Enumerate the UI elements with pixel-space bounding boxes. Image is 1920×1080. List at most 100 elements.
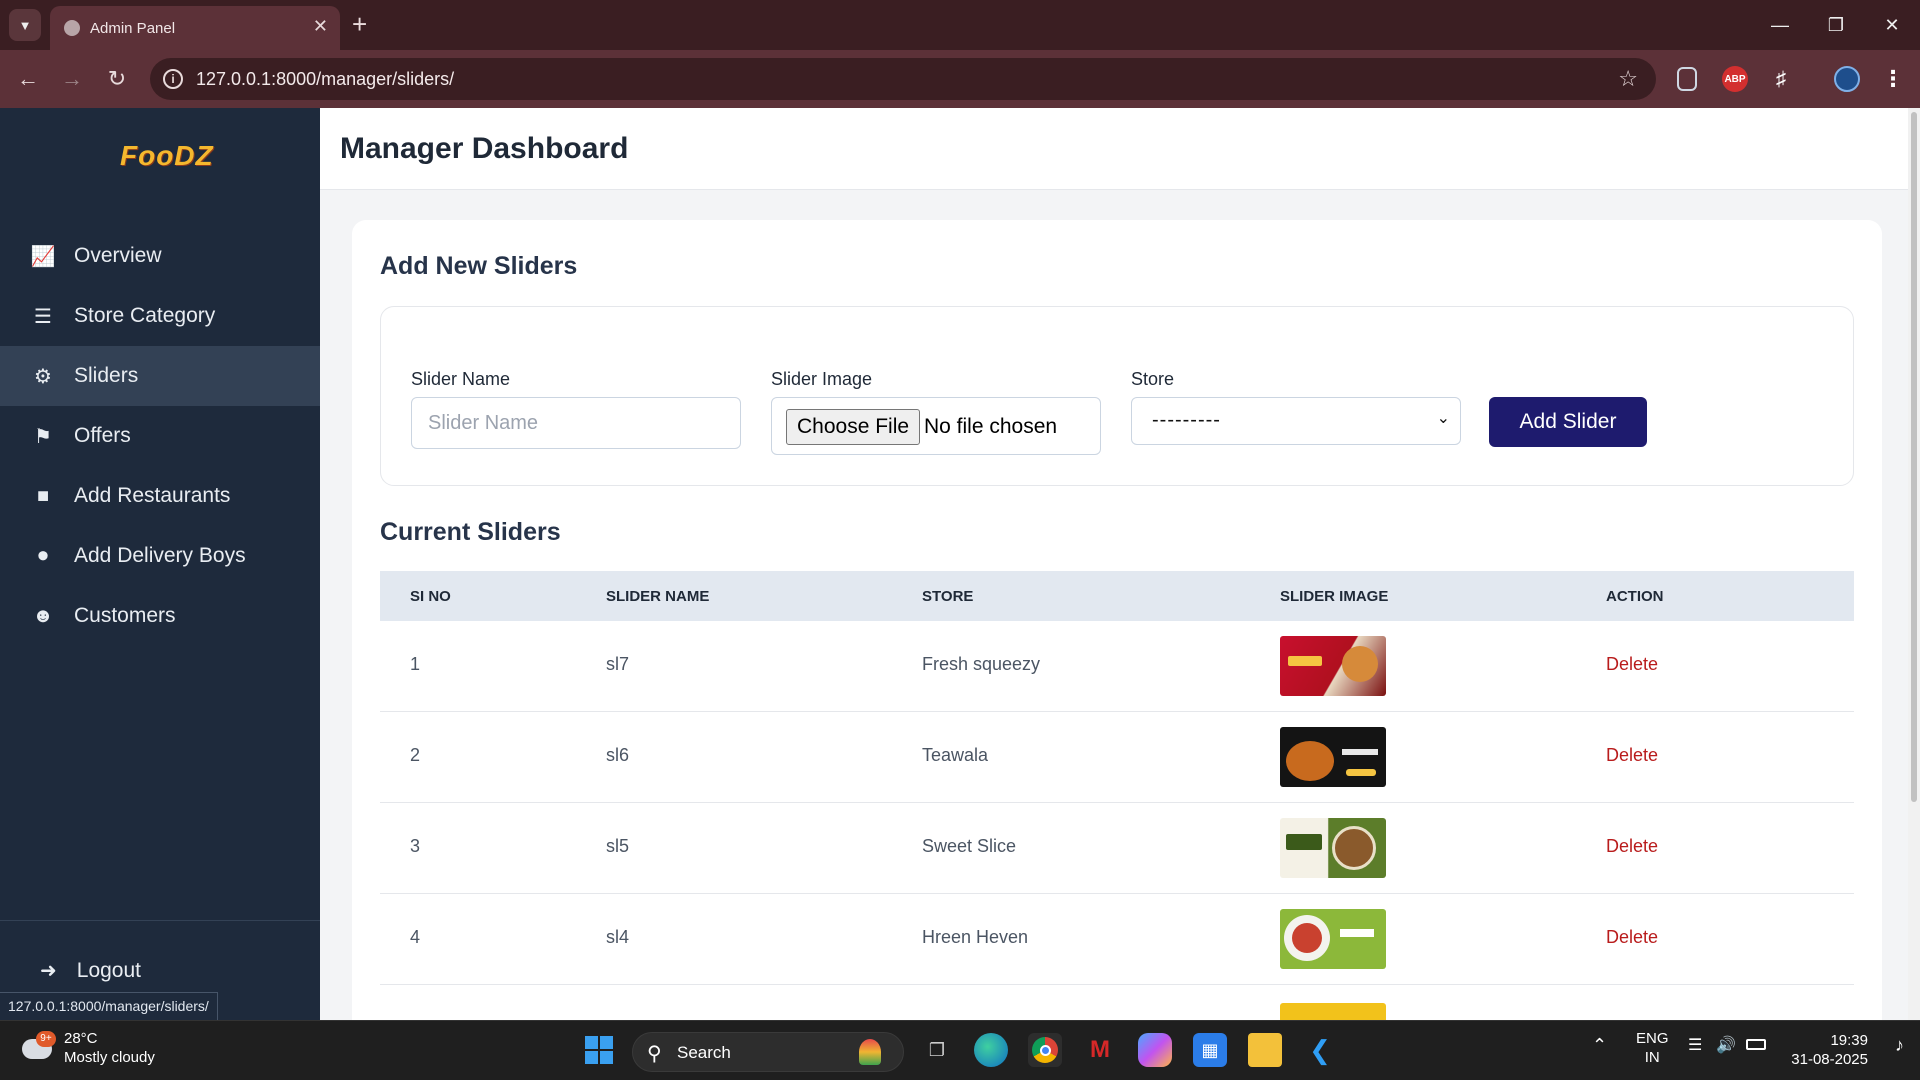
- chrome-browser-icon[interactable]: [1028, 1033, 1062, 1067]
- slider-thumbnail: [1280, 727, 1386, 787]
- row-number: 2: [410, 745, 421, 765]
- content-card: Add New Sliders Slider Name Slider Image…: [352, 220, 1882, 1040]
- region-code: IN: [1644, 1049, 1660, 1066]
- table-row: 4 sl4 Hreen Heven Delete: [380, 894, 1854, 985]
- browser-tab[interactable]: Admin Panel ✕: [50, 6, 340, 50]
- logout-icon: ➜: [40, 960, 57, 982]
- mcafee-icon[interactable]: M: [1083, 1033, 1117, 1067]
- wifi-icon[interactable]: ☰: [1688, 1035, 1702, 1055]
- task-view-icon[interactable]: ❐: [920, 1033, 954, 1067]
- edge-browser-icon[interactable]: [974, 1033, 1008, 1067]
- logo[interactable]: FooDZ: [120, 140, 214, 172]
- weather-description: Mostly cloudy: [64, 1049, 155, 1066]
- sidebar-item-label: Customers: [74, 604, 176, 627]
- close-tab-icon[interactable]: ✕: [313, 16, 328, 37]
- shield-extension-icon[interactable]: [1677, 67, 1697, 91]
- more-menu-icon[interactable]: ⋮: [1880, 66, 1906, 92]
- table-row: 1 sl7 Fresh squeezy Delete: [380, 621, 1854, 712]
- link-status-bubble: 127.0.0.1:8000/manager/sliders/: [0, 992, 218, 1020]
- sidebar-item-label: Offers: [74, 424, 131, 447]
- language-indicator[interactable]: ENG IN: [1636, 1029, 1669, 1067]
- page-title: Manager Dashboard: [340, 132, 629, 165]
- address-bar[interactable]: i 127.0.0.1:8000/manager/sliders/ ☆: [150, 58, 1656, 100]
- site-info-icon[interactable]: i: [163, 69, 183, 89]
- windows-start-icon[interactable]: [582, 1033, 616, 1067]
- sidebar-item-offers[interactable]: ⚑ Offers: [0, 406, 320, 466]
- sidebar-item-store-category[interactable]: ☰ Store Category: [0, 286, 320, 346]
- sidebar-item-label: Sliders: [74, 364, 139, 387]
- sidebar-item-add-delivery-boys[interactable]: ⚫ Add Delivery Boys: [0, 526, 320, 586]
- microsoft-store-icon[interactable]: ▦: [1193, 1033, 1227, 1067]
- slider-image-label: Slider Image: [771, 369, 873, 389]
- profile-avatar[interactable]: [1834, 66, 1860, 92]
- logout-link[interactable]: ➜ Logout: [40, 958, 141, 983]
- weather-widget[interactable]: 9+ 28°C Mostly cloudy: [22, 1029, 155, 1067]
- add-slider-button[interactable]: Add Slider: [1489, 397, 1647, 447]
- chart-line-icon: 📈: [30, 245, 56, 268]
- weather-alert-badge: 9+: [36, 1031, 56, 1047]
- weather-temperature: 28°C: [64, 1030, 98, 1047]
- logout-label: Logout: [76, 958, 141, 982]
- taskbar-search[interactable]: ⚲ Search: [632, 1032, 904, 1072]
- file-explorer-icon[interactable]: [1248, 1033, 1282, 1067]
- back-button[interactable]: ←: [12, 63, 44, 95]
- file-status-text: No file chosen: [924, 415, 1058, 438]
- forward-button[interactable]: →: [56, 63, 88, 95]
- url-text[interactable]: 127.0.0.1:8000/manager/sliders/: [196, 69, 454, 90]
- slider-thumbnail: [1280, 909, 1386, 969]
- bookmark-star-icon[interactable]: ☆: [1618, 66, 1638, 92]
- column-header-slider-image: SLIDER IMAGE: [1280, 588, 1389, 605]
- slider-image-file-input[interactable]: Choose File No file chosen: [771, 397, 1101, 455]
- column-header-action: ACTION: [1606, 588, 1664, 605]
- store-label: Store: [1131, 369, 1175, 389]
- sidebar-item-overview[interactable]: 📈 Overview: [0, 226, 320, 286]
- delete-link[interactable]: Delete: [1606, 836, 1658, 857]
- delete-link[interactable]: Delete: [1606, 927, 1658, 948]
- notification-bell-icon[interactable]: ♪: [1895, 1035, 1904, 1056]
- slider-name-input[interactable]: [411, 397, 741, 449]
- store-name: Fresh squeezy: [922, 654, 1041, 674]
- sidebar-item-label: Add Restaurants: [74, 484, 231, 507]
- adblock-extension-icon[interactable]: ABP: [1722, 66, 1748, 92]
- close-window-icon[interactable]: ✕: [1864, 0, 1920, 50]
- slider-name: sl7: [606, 654, 630, 674]
- scrollbar-thumb[interactable]: [1911, 112, 1917, 802]
- delete-link[interactable]: Delete: [1606, 745, 1658, 766]
- store-select-value: ---------: [1152, 409, 1221, 431]
- choose-file-button[interactable]: Choose File: [786, 409, 921, 445]
- sidebar-item-label: Store Category: [74, 304, 216, 327]
- vscode-icon[interactable]: ❮: [1303, 1033, 1337, 1067]
- chevron-up-icon[interactable]: ⌃: [1592, 1035, 1607, 1056]
- system-clock[interactable]: 19:39 31-08-2025: [1791, 1031, 1868, 1069]
- copilot-icon[interactable]: [1138, 1033, 1172, 1067]
- globe-icon: [64, 20, 80, 36]
- slider-thumbnail: [1280, 818, 1386, 878]
- sidebar-item-add-restaurants[interactable]: ■ Add Restaurants: [0, 466, 320, 526]
- row-number: 4: [410, 927, 421, 947]
- users-icon: ☻: [32, 604, 54, 627]
- chevron-down-icon: ⌄: [1436, 410, 1450, 427]
- column-header-slider-name: SLIDER NAME: [606, 588, 710, 605]
- page-scrollbar[interactable]: [1908, 108, 1920, 1020]
- battery-icon[interactable]: [1746, 1035, 1766, 1050]
- sidebar-item-sliders[interactable]: ⚙ Sliders: [0, 346, 320, 406]
- new-tab-button[interactable]: +: [352, 10, 367, 38]
- slider-name: sl4: [606, 927, 630, 947]
- sidebar-item-customers[interactable]: ☻ Customers: [0, 586, 320, 646]
- restore-icon[interactable]: ❐: [1808, 0, 1864, 50]
- slider-name-label: Slider Name: [411, 369, 511, 389]
- puzzle-extensions-icon[interactable]: ♯: [1768, 66, 1794, 92]
- tab-search-button[interactable]: ▼: [9, 9, 41, 41]
- row-number: 1: [410, 654, 421, 674]
- slider-name: sl6: [606, 745, 630, 765]
- search-highlight-icon: [859, 1039, 881, 1065]
- slider-thumbnail: [1280, 636, 1386, 696]
- table-header: SI NO SLIDER NAME STORE SLIDER IMAGE ACT…: [380, 571, 1854, 621]
- minimize-icon[interactable]: —: [1752, 0, 1808, 50]
- delete-link[interactable]: Delete: [1606, 654, 1658, 675]
- sidebar-item-label: Add Delivery Boys: [74, 544, 246, 567]
- store-select[interactable]: --------- ⌄: [1131, 397, 1461, 445]
- volume-icon[interactable]: 🔊: [1716, 1035, 1736, 1055]
- table-row: 2 sl6 Teawala Delete: [380, 712, 1854, 803]
- reload-button[interactable]: ↻: [101, 63, 133, 95]
